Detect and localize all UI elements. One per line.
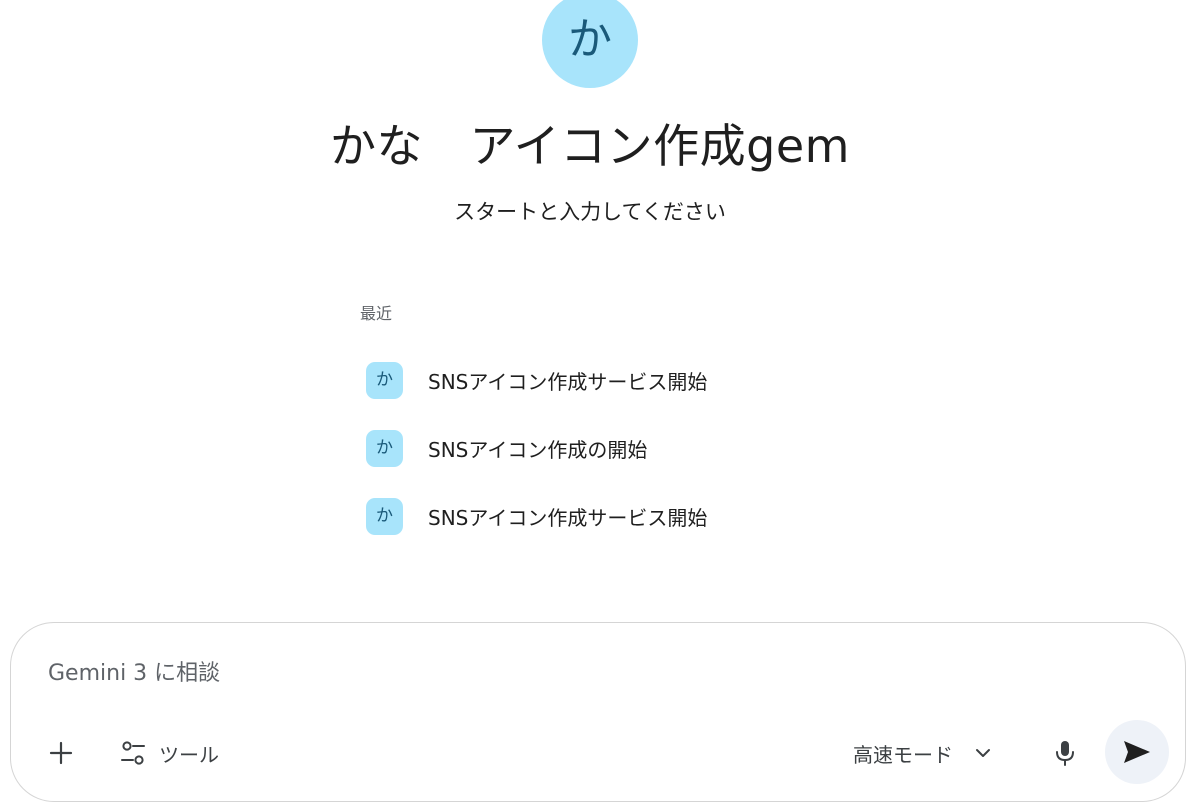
recent-chat-label: SNSアイコン作成サービス開始 (428, 505, 708, 530)
recent-chat-label: SNSアイコン作成の開始 (428, 437, 648, 462)
microphone-button[interactable] (1045, 733, 1085, 773)
gem-avatar-icon: か (366, 361, 403, 399)
microphone-icon (1056, 741, 1074, 766)
tools-label: ツール (159, 742, 219, 767)
recent-chat-item[interactable]: か SNSアイコン作成の開始 (366, 414, 860, 482)
tools-button[interactable]: ツール (119, 733, 219, 773)
tune-icon (121, 741, 145, 765)
prompt-input[interactable] (48, 657, 848, 689)
gem-start-page: か かな アイコン作成gem スタートと入力してください 最近 か SNSアイコ… (0, 0, 1200, 805)
add-button[interactable] (41, 733, 81, 773)
prompt-composer: ツール 高速モード (10, 622, 1186, 802)
gem-avatar-icon: か (366, 429, 403, 467)
gem-avatar-icon: か (366, 497, 403, 535)
recent-chat-item[interactable]: か SNSアイコン作成サービス開始 (366, 346, 860, 414)
recent-chat-item[interactable]: か SNSアイコン作成サービス開始 (366, 482, 860, 550)
plus-icon (49, 741, 73, 765)
mode-selector[interactable]: 高速モード (853, 733, 993, 773)
send-icon (1124, 741, 1150, 763)
mode-label: 高速モード (853, 742, 953, 767)
gem-avatar: か (542, 0, 638, 88)
send-button[interactable] (1105, 720, 1169, 784)
gem-title: かな アイコン作成gem (329, 119, 850, 173)
recent-chats: 最近 か SNSアイコン作成サービス開始 か SNSアイコン作成の開始 か SN… (360, 300, 860, 550)
recent-chat-label: SNSアイコン作成サービス開始 (428, 369, 708, 394)
gem-subtitle: スタートと入力してください (454, 200, 726, 224)
recent-heading: 最近 (360, 304, 393, 323)
chevron-down-icon (973, 743, 993, 763)
